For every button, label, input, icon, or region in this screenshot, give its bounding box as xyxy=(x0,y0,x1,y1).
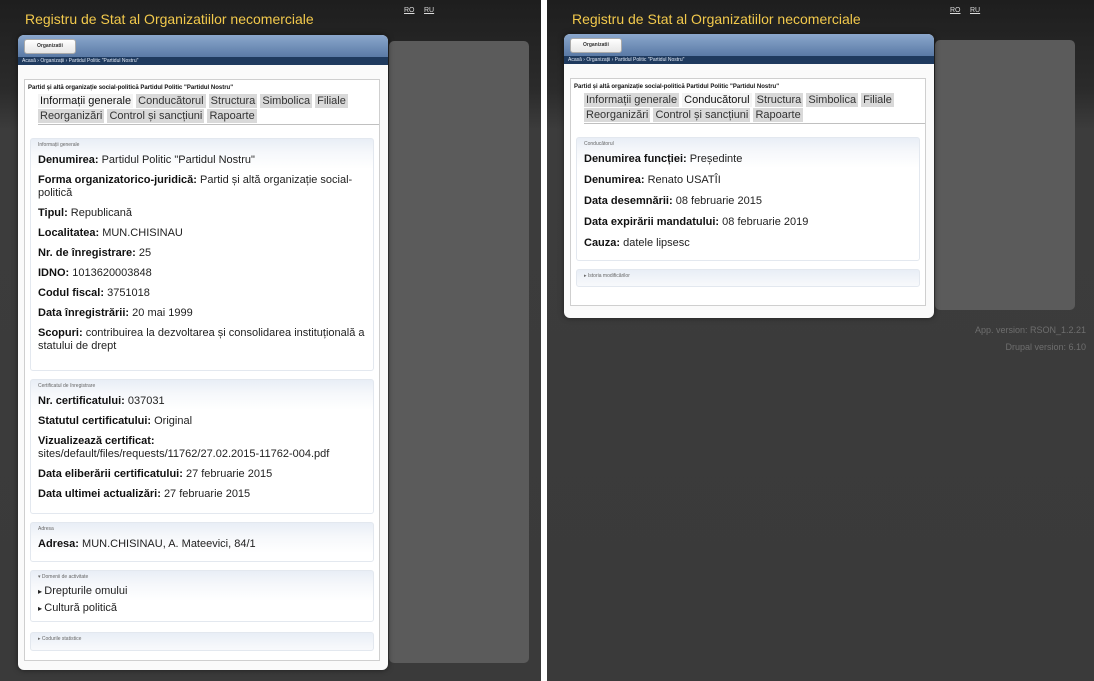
list-item: Drepturile omului xyxy=(38,583,373,600)
lang-ro-link[interactable]: RO xyxy=(950,7,961,14)
tab-branches[interactable]: Filiale xyxy=(861,93,894,107)
field-row: Data eliberării certificatului: 27 febru… xyxy=(38,468,273,480)
field-row: Data înregistrării: 20 mai 1999 xyxy=(38,307,193,319)
tab-control[interactable]: Control și sancțiuni xyxy=(107,109,205,123)
domains-toggle[interactable]: ▾ Domenii de activitate xyxy=(38,574,373,580)
tab-reorganizations[interactable]: Reorganizări xyxy=(38,109,105,123)
tab-symbols[interactable]: Simbolica xyxy=(806,93,859,107)
field-row: Vizualizează certificat: sites/default/fi… xyxy=(38,435,330,460)
certificate-fieldset: Certificatul de înregistrare Nr. certifi… xyxy=(30,379,374,514)
tab-structure[interactable]: Structura xyxy=(754,93,804,107)
stat-codes-fieldset: ▸ Codurile statistice xyxy=(30,632,374,651)
tab-info[interactable]: Informații generale xyxy=(584,93,680,107)
organizatii-button[interactable]: Organizatii xyxy=(570,38,622,53)
leader-fieldset: Conducătorul Denumirea funcției: Președi… xyxy=(576,137,920,261)
left-screenshot: Registru de Stat al Organizatiilor necom… xyxy=(0,0,541,681)
field-row: Nr. certificatului: 037031 xyxy=(38,395,165,407)
field-row: Denumirea funcției: Președinte xyxy=(584,153,743,165)
app-version: App. version: RSON_1.2.21 xyxy=(974,325,1086,335)
field-row: Nr. de înregistrare: 25 xyxy=(38,247,152,259)
field-row: IDNO: 1013620003848 xyxy=(38,267,152,279)
content-area: Partid și altă organizație social-politi… xyxy=(570,78,926,306)
field-row: Data ultimei actualizări: 27 februarie 2… xyxy=(38,488,251,500)
lang-ro-link[interactable]: RO xyxy=(404,7,415,14)
tab-symbols[interactable]: Simbolica xyxy=(260,94,313,108)
field-row: Data expirării mandatului: 08 februarie … xyxy=(584,216,809,228)
certificate-legend: Certificatul de înregistrare xyxy=(38,383,96,389)
history-fieldset: ▸ Istoria modificărilor xyxy=(576,269,920,287)
organizatii-button[interactable]: Organizatii xyxy=(24,39,76,54)
page-heading: Partid și altă organizație social-politi… xyxy=(28,85,234,91)
field-row: Adresa: MUN.CHISINAU, A. Mateevici, 84/1 xyxy=(38,538,256,550)
tab-bar: Informații generale Conducătorul Structu… xyxy=(584,93,924,123)
site-title[interactable]: Registru de Stat al Organizatiilor necom… xyxy=(25,11,314,27)
tab-structure[interactable]: Structura xyxy=(208,94,258,108)
tab-leader[interactable]: Conducătorul xyxy=(136,94,206,108)
field-row: Forma organizatorico-juridică: Partid și… xyxy=(38,174,353,199)
info-legend: Informații generale xyxy=(38,142,80,148)
tab-divider xyxy=(584,123,925,124)
background-panel xyxy=(935,40,1075,310)
history-toggle[interactable]: ▸ Istoria modificărilor xyxy=(584,273,919,279)
breadcrumb[interactable]: Acasă › Organizații › Partidul Politic "… xyxy=(564,56,934,64)
field-row: Tipul: Republicană xyxy=(38,207,132,219)
lang-ru-link[interactable]: RU xyxy=(970,7,980,14)
tab-control[interactable]: Control și sancțiuni xyxy=(653,108,751,122)
window-header: Organizatii xyxy=(564,34,934,56)
tab-divider xyxy=(38,124,379,125)
field-row: Denumirea: Partidul Politic "Partidul No… xyxy=(38,154,255,166)
address-fieldset: Adresa Adresa: MUN.CHISINAU, A. Mateevic… xyxy=(30,522,374,562)
tab-leader[interactable]: Conducătorul xyxy=(682,93,752,107)
drupal-version: Drupal version: 6.10 xyxy=(1005,342,1086,352)
version-info: App. version: RSON_1.2.21 Drupal version… xyxy=(886,322,1086,356)
site-title[interactable]: Registru de Stat al Organizatiilor necom… xyxy=(572,11,861,27)
info-fieldset: Informații generale Denumirea: Partidul … xyxy=(30,138,374,371)
right-screenshot: Registru de Stat al Organizatiilor necom… xyxy=(547,0,1094,681)
tab-bar: Informații generale Conducătorul Structu… xyxy=(38,94,378,124)
tab-branches[interactable]: Filiale xyxy=(315,94,348,108)
tab-reports[interactable]: Rapoarte xyxy=(207,109,257,123)
field-row: Denumirea: Renato USATÎI xyxy=(584,174,721,186)
window-header: Organizatii xyxy=(18,35,388,57)
field-row: Codul fiscal: 3751018 xyxy=(38,287,150,299)
list-item: Cultură politică xyxy=(38,600,373,617)
field-row: Cauza: datele lipsesc xyxy=(584,237,690,249)
leader-legend: Conducătorul xyxy=(584,141,614,147)
organization-window: Organizatii Acasă › Organizații › Partid… xyxy=(18,35,388,670)
organization-window: Organizatii Acasă › Organizații › Partid… xyxy=(564,34,934,318)
stat-codes-toggle[interactable]: ▸ Codurile statistice xyxy=(38,636,373,642)
field-row: Data desemnării: 08 februarie 2015 xyxy=(584,195,762,207)
field-row: Statutul certificatului: Original xyxy=(38,415,193,427)
address-legend: Adresa xyxy=(38,526,54,532)
field-row: Scopuri: contribuirea la dezvoltarea și … xyxy=(38,327,365,352)
certificate-link[interactable]: sites/default/files/requests/11762/27.02… xyxy=(38,448,329,460)
content-area: Partid și altă organizație social-politi… xyxy=(24,79,380,661)
field-row: Localitatea: MUN.CHISINAU xyxy=(38,227,183,239)
tab-reorganizations[interactable]: Reorganizări xyxy=(584,108,651,122)
tab-info[interactable]: Informații generale xyxy=(38,94,134,108)
background-panel xyxy=(389,41,529,663)
domains-fieldset: ▾ Domenii de activitate Drepturile omulu… xyxy=(30,570,374,622)
tab-reports[interactable]: Rapoarte xyxy=(753,108,803,122)
lang-ru-link[interactable]: RU xyxy=(424,7,434,14)
breadcrumb[interactable]: Acasă › Organizații › Partidul Politic "… xyxy=(18,57,388,65)
page-heading: Partid și altă organizație social-politi… xyxy=(574,84,780,90)
